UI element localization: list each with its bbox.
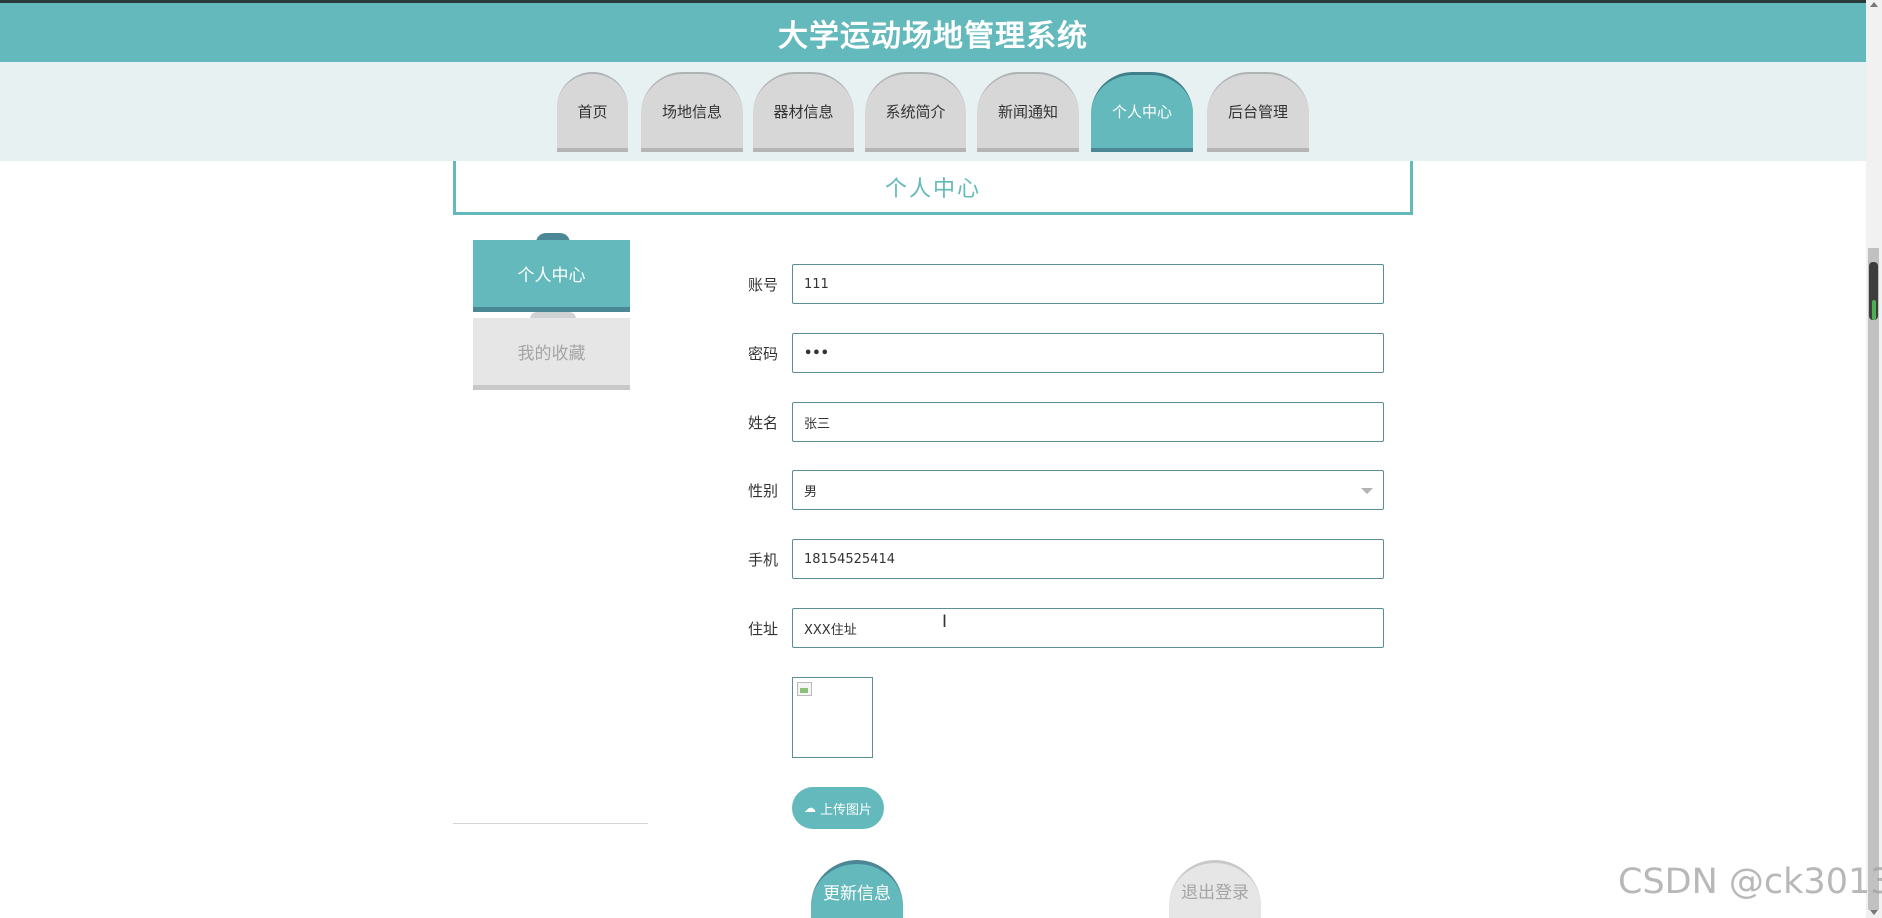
main-nav: 首页 场地信息 器材信息 系统简介 新闻通知 个人中心 后台管理: [0, 62, 1866, 161]
tab-label: 器材信息: [773, 102, 834, 121]
update-info-button[interactable]: 更新信息: [811, 860, 903, 918]
tab-equipment-info[interactable]: 器材信息: [753, 72, 854, 152]
update-label: 更新信息: [823, 883, 891, 904]
section-title: 个人中心: [884, 176, 981, 202]
tab-label: 后台管理: [1227, 102, 1288, 121]
scroll-down-icon[interactable]: [1870, 910, 1878, 915]
tab-admin[interactable]: 后台管理: [1207, 72, 1309, 152]
gender-row: 性别 男: [748, 470, 1384, 510]
address-label: 住址: [748, 619, 779, 638]
phone-label: 手机: [748, 550, 779, 569]
tab-personal-center[interactable]: 个人中心: [1091, 72, 1193, 152]
tab-system-intro[interactable]: 系统简介: [865, 72, 966, 152]
name-row: 姓名 张三: [748, 402, 1384, 442]
broken-image-icon: [797, 682, 812, 696]
sidebar-divider: [453, 823, 648, 824]
account-input[interactable]: 111: [792, 264, 1384, 304]
avatar-image: [792, 677, 873, 758]
watermark: CSDN @ck3013: [1618, 862, 1882, 902]
upload-image-button[interactable]: ☁ 上传图片: [792, 787, 884, 829]
gender-select[interactable]: 男: [792, 470, 1384, 510]
name-label: 姓名: [748, 413, 779, 432]
address-row: 住址 XXX住址: [748, 608, 1384, 648]
scroll-thumb[interactable]: [1868, 248, 1879, 910]
phone-row: 手机 18154525414: [748, 539, 1384, 579]
password-input[interactable]: •••: [792, 333, 1384, 373]
account-label: 账号: [748, 275, 779, 294]
sidebar-item-label: 个人中心: [517, 266, 586, 286]
sidebar-item-personal-center[interactable]: 个人中心: [473, 240, 630, 312]
scroll-indicator: [1872, 300, 1876, 320]
tab-home[interactable]: 首页: [557, 72, 628, 152]
address-input[interactable]: XXX住址: [792, 608, 1384, 648]
account-row: 账号 111: [748, 264, 1384, 304]
scroll-up-icon[interactable]: [1870, 2, 1878, 7]
logout-label: 退出登录: [1181, 883, 1249, 903]
tab-venue-info[interactable]: 场地信息: [641, 72, 743, 152]
gender-value: 男: [804, 484, 818, 500]
phone-input[interactable]: 18154525414: [792, 539, 1384, 579]
tab-label: 个人中心: [1111, 103, 1172, 121]
app-title: 大学运动场地管理系统: [778, 18, 1088, 54]
sidebar-item-favorites[interactable]: 我的收藏: [473, 318, 630, 390]
upload-label: 上传图片: [819, 802, 872, 818]
gender-label: 性别: [748, 481, 779, 500]
password-row: 密码 •••: [748, 333, 1384, 373]
section-title-box: 个人中心: [453, 161, 1413, 215]
password-label: 密码: [748, 344, 779, 363]
tab-label: 系统简介: [885, 102, 946, 121]
vertical-scrollbar[interactable]: [1866, 0, 1882, 918]
sidebar-item-label: 我的收藏: [517, 344, 586, 364]
tab-label: 新闻通知: [997, 102, 1058, 121]
name-input[interactable]: 张三: [792, 402, 1384, 442]
app-title-bar: 大学运动场地管理系统: [0, 3, 1866, 62]
chevron-down-icon: [1361, 488, 1373, 494]
text-cursor-icon: I: [942, 612, 948, 632]
logout-button[interactable]: 退出登录: [1169, 860, 1261, 918]
tab-label: 首页: [577, 102, 608, 121]
tab-news[interactable]: 新闻通知: [977, 72, 1079, 152]
cloud-upload-icon: ☁: [803, 801, 816, 815]
tab-label: 场地信息: [661, 102, 722, 121]
